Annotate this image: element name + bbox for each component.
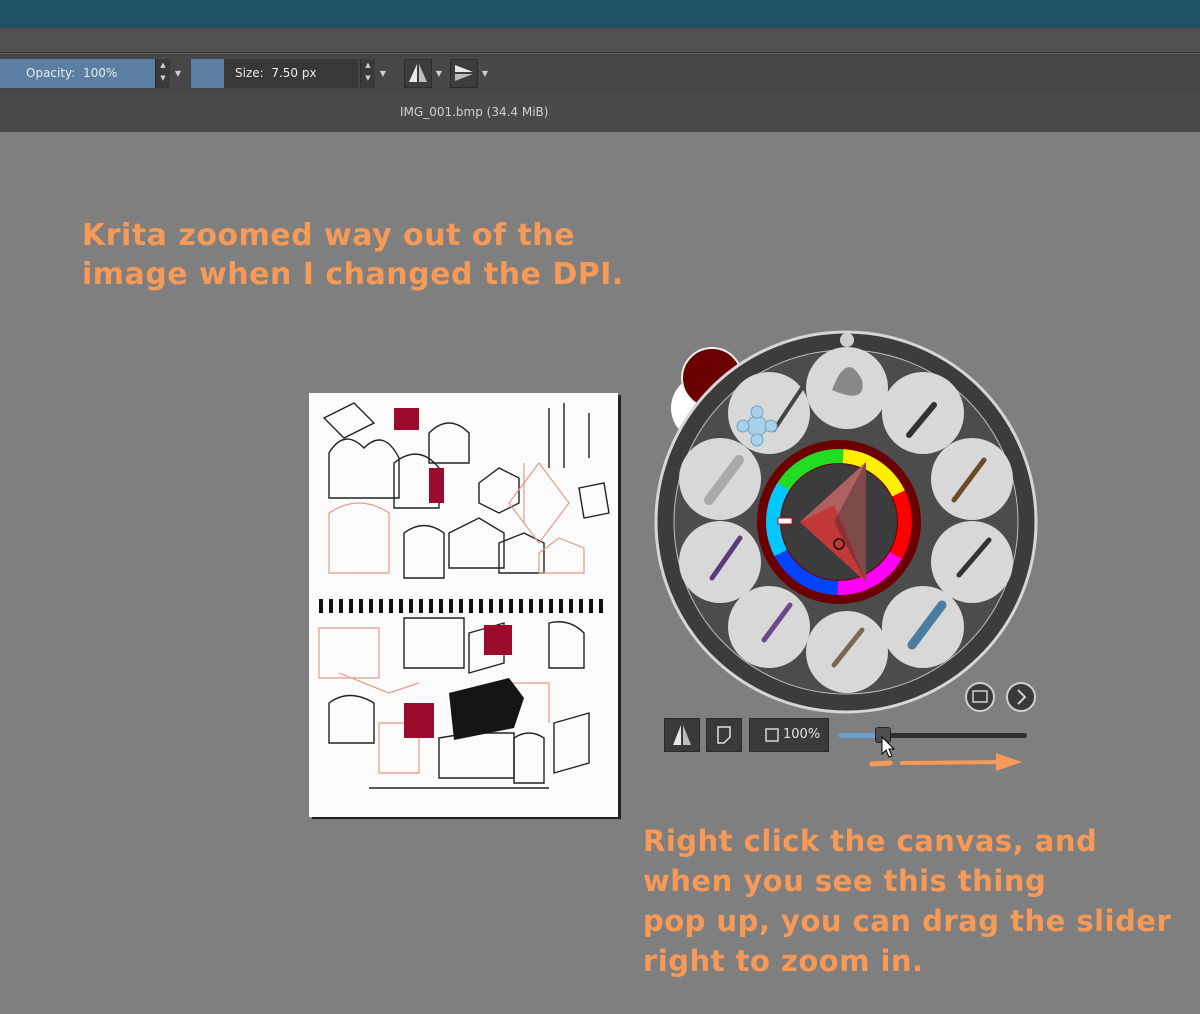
mirror-vertical-dropdown-icon[interactable]: ▼ [479,59,491,88]
size-slider[interactable]: Size: 7.50 px [191,59,358,88]
opacity-label: Opacity: [26,66,76,80]
document-tab-title[interactable]: IMG_001.bmp (34.4 MiB) [400,105,548,119]
annotation-bottom: Right click the canvas, and when you see… [643,821,1171,981]
annotation-bottom-line: when you see this thing [643,864,1047,898]
mirror-horizontal-button[interactable] [404,59,432,88]
popup-palette[interactable] [654,330,1038,714]
opacity-value: 100% [82,66,118,80]
zoom-level-label: 100% [783,727,821,742]
size-label: Size: [235,66,264,80]
menu-bar [0,28,1200,53]
mirror-horizontal-dropdown-icon[interactable]: ▼ [433,59,445,88]
canvas-only-icon [717,726,731,744]
brush-toolbar: Opacity: 100% ▲ ▼ ▼ Size: 7.50 px ▲ ▼ ▼ ▼ … [0,53,1200,94]
tags-button[interactable] [965,682,995,712]
document-tab-bar: IMG_001.bmp (34.4 MiB) [0,93,1200,132]
preset-slot[interactable] [728,586,810,668]
opacity-stepper[interactable]: ▲ ▼ [155,59,170,88]
fit-zoom-button[interactable]: 100% [749,718,829,752]
annotation-bottom-line: Right click the canvas, and [643,824,1098,858]
mirror-horizontal-icon [409,64,427,82]
mirror-vertical-button[interactable] [450,59,478,88]
window-title-bar [0,0,1200,28]
preset-slot[interactable] [882,372,964,454]
size-dropdown-icon[interactable]: ▼ [377,59,389,88]
annotation-top-line: image when I changed the DPI. [82,257,624,292]
size-stepper[interactable]: ▲ ▼ [360,59,375,88]
fit-to-view-icon [765,728,779,742]
opacity-dropdown-icon[interactable]: ▼ [172,59,184,88]
mirror-vertical-icon [455,65,473,81]
annotation-top-line: Krita zoomed way out of the [82,218,576,253]
hue-marker[interactable] [777,517,793,525]
mirror-canvas-button[interactable] [664,718,700,752]
next-tag-button[interactable] [1006,682,1036,712]
opacity-slider[interactable]: Opacity: 100% [0,59,155,88]
mirror-canvas-icon [673,725,691,745]
canvas-only-button[interactable] [706,718,742,752]
sketchbook-image [309,393,618,817]
annotation-top: Krita zoomed way out of the image when I… [82,216,624,294]
annotation-bottom-line: right to zoom in. [643,944,924,978]
canvas-document[interactable] [309,393,618,817]
annotation-bottom-line: pop up, you can drag the slider [643,904,1172,938]
preset-slot[interactable] [679,521,761,603]
preset-slot[interactable] [728,372,810,454]
size-value: 7.50 px [271,66,317,80]
popup-palette-wheel [654,330,1038,714]
annotation-arrow [869,753,1022,771]
